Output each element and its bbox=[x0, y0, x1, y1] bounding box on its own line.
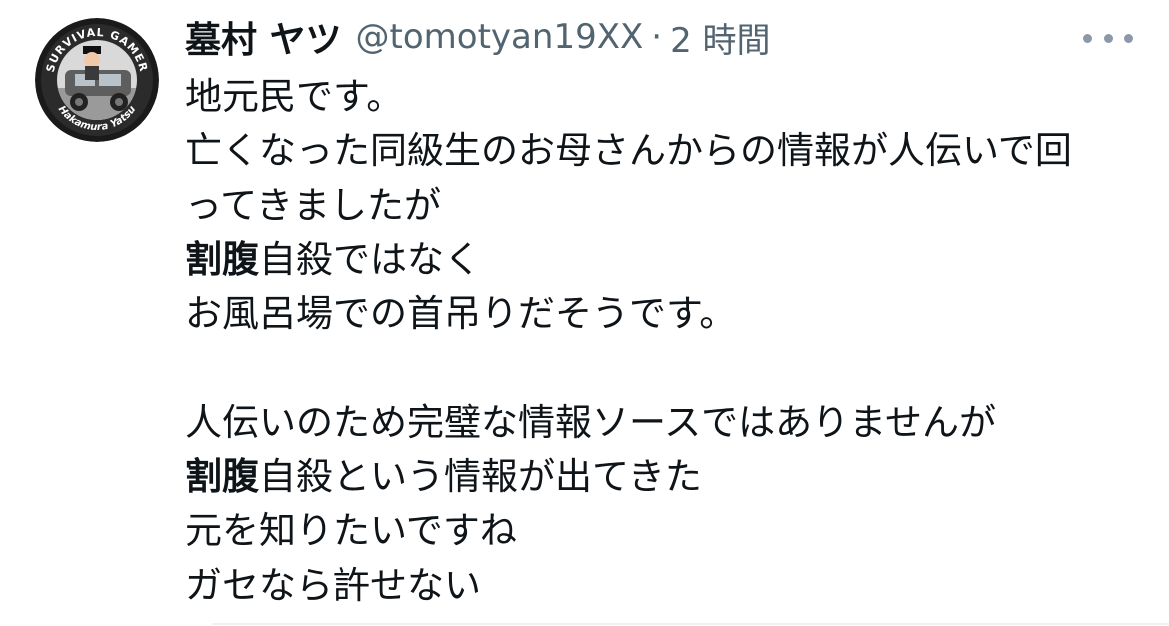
bold-text: 割腹 bbox=[185, 455, 259, 499]
separator-dot: · bbox=[651, 17, 663, 57]
more-options-button[interactable] bbox=[1083, 26, 1133, 50]
divider bbox=[212, 623, 1169, 625]
avatar-image: SURVIVAL GAMER Hakamura Yatsu bbox=[35, 18, 159, 142]
tweet-text: 地元民です。 亡くなった同級生のお母さんからの情報が人伝いで回 ってきましたが … bbox=[185, 70, 1145, 613]
avatar[interactable]: SURVIVAL GAMER Hakamura Yatsu bbox=[35, 18, 159, 142]
tweet-line: 割腹自殺という情報が出てきた bbox=[185, 450, 1145, 504]
tweet-line: 元を知りたいですね bbox=[185, 509, 517, 553]
timestamp[interactable]: 2 時間 bbox=[670, 13, 770, 62]
user-handle[interactable]: @tomotyan19XX bbox=[356, 17, 644, 57]
more-horizontal-icon bbox=[1083, 33, 1092, 43]
tweet-line: 地元民です。 bbox=[185, 75, 404, 118]
tweet-line: 人伝いのため完璧な情報ソースではありませんが bbox=[185, 400, 997, 444]
tweet-line: 亡くなった同級生のお母さんからの情報が人伝いで回 bbox=[185, 129, 1072, 173]
bold-text: 割腹 bbox=[185, 237, 259, 281]
tweet-line: 割腹自殺ではなく bbox=[185, 233, 1145, 287]
tweet-header: 墓村 ヤツ @tomotyan19XX · 2 時間 bbox=[185, 12, 771, 62]
display-name[interactable]: 墓村 ヤツ bbox=[185, 11, 342, 63]
line-text: 自殺ではなく bbox=[259, 237, 481, 281]
tweet-line: お風呂場での首吊りだそうです。 bbox=[185, 292, 737, 336]
tweet[interactable]: SURVIVAL GAMER Hakamura Yatsu 墓村 ヤツ @tom… bbox=[0, 0, 1169, 626]
tweet-line: ガセなら許せない bbox=[185, 563, 481, 607]
tweet-line: ってきましたが bbox=[185, 183, 442, 227]
line-text: 自殺という情報が出てきた bbox=[259, 455, 702, 499]
